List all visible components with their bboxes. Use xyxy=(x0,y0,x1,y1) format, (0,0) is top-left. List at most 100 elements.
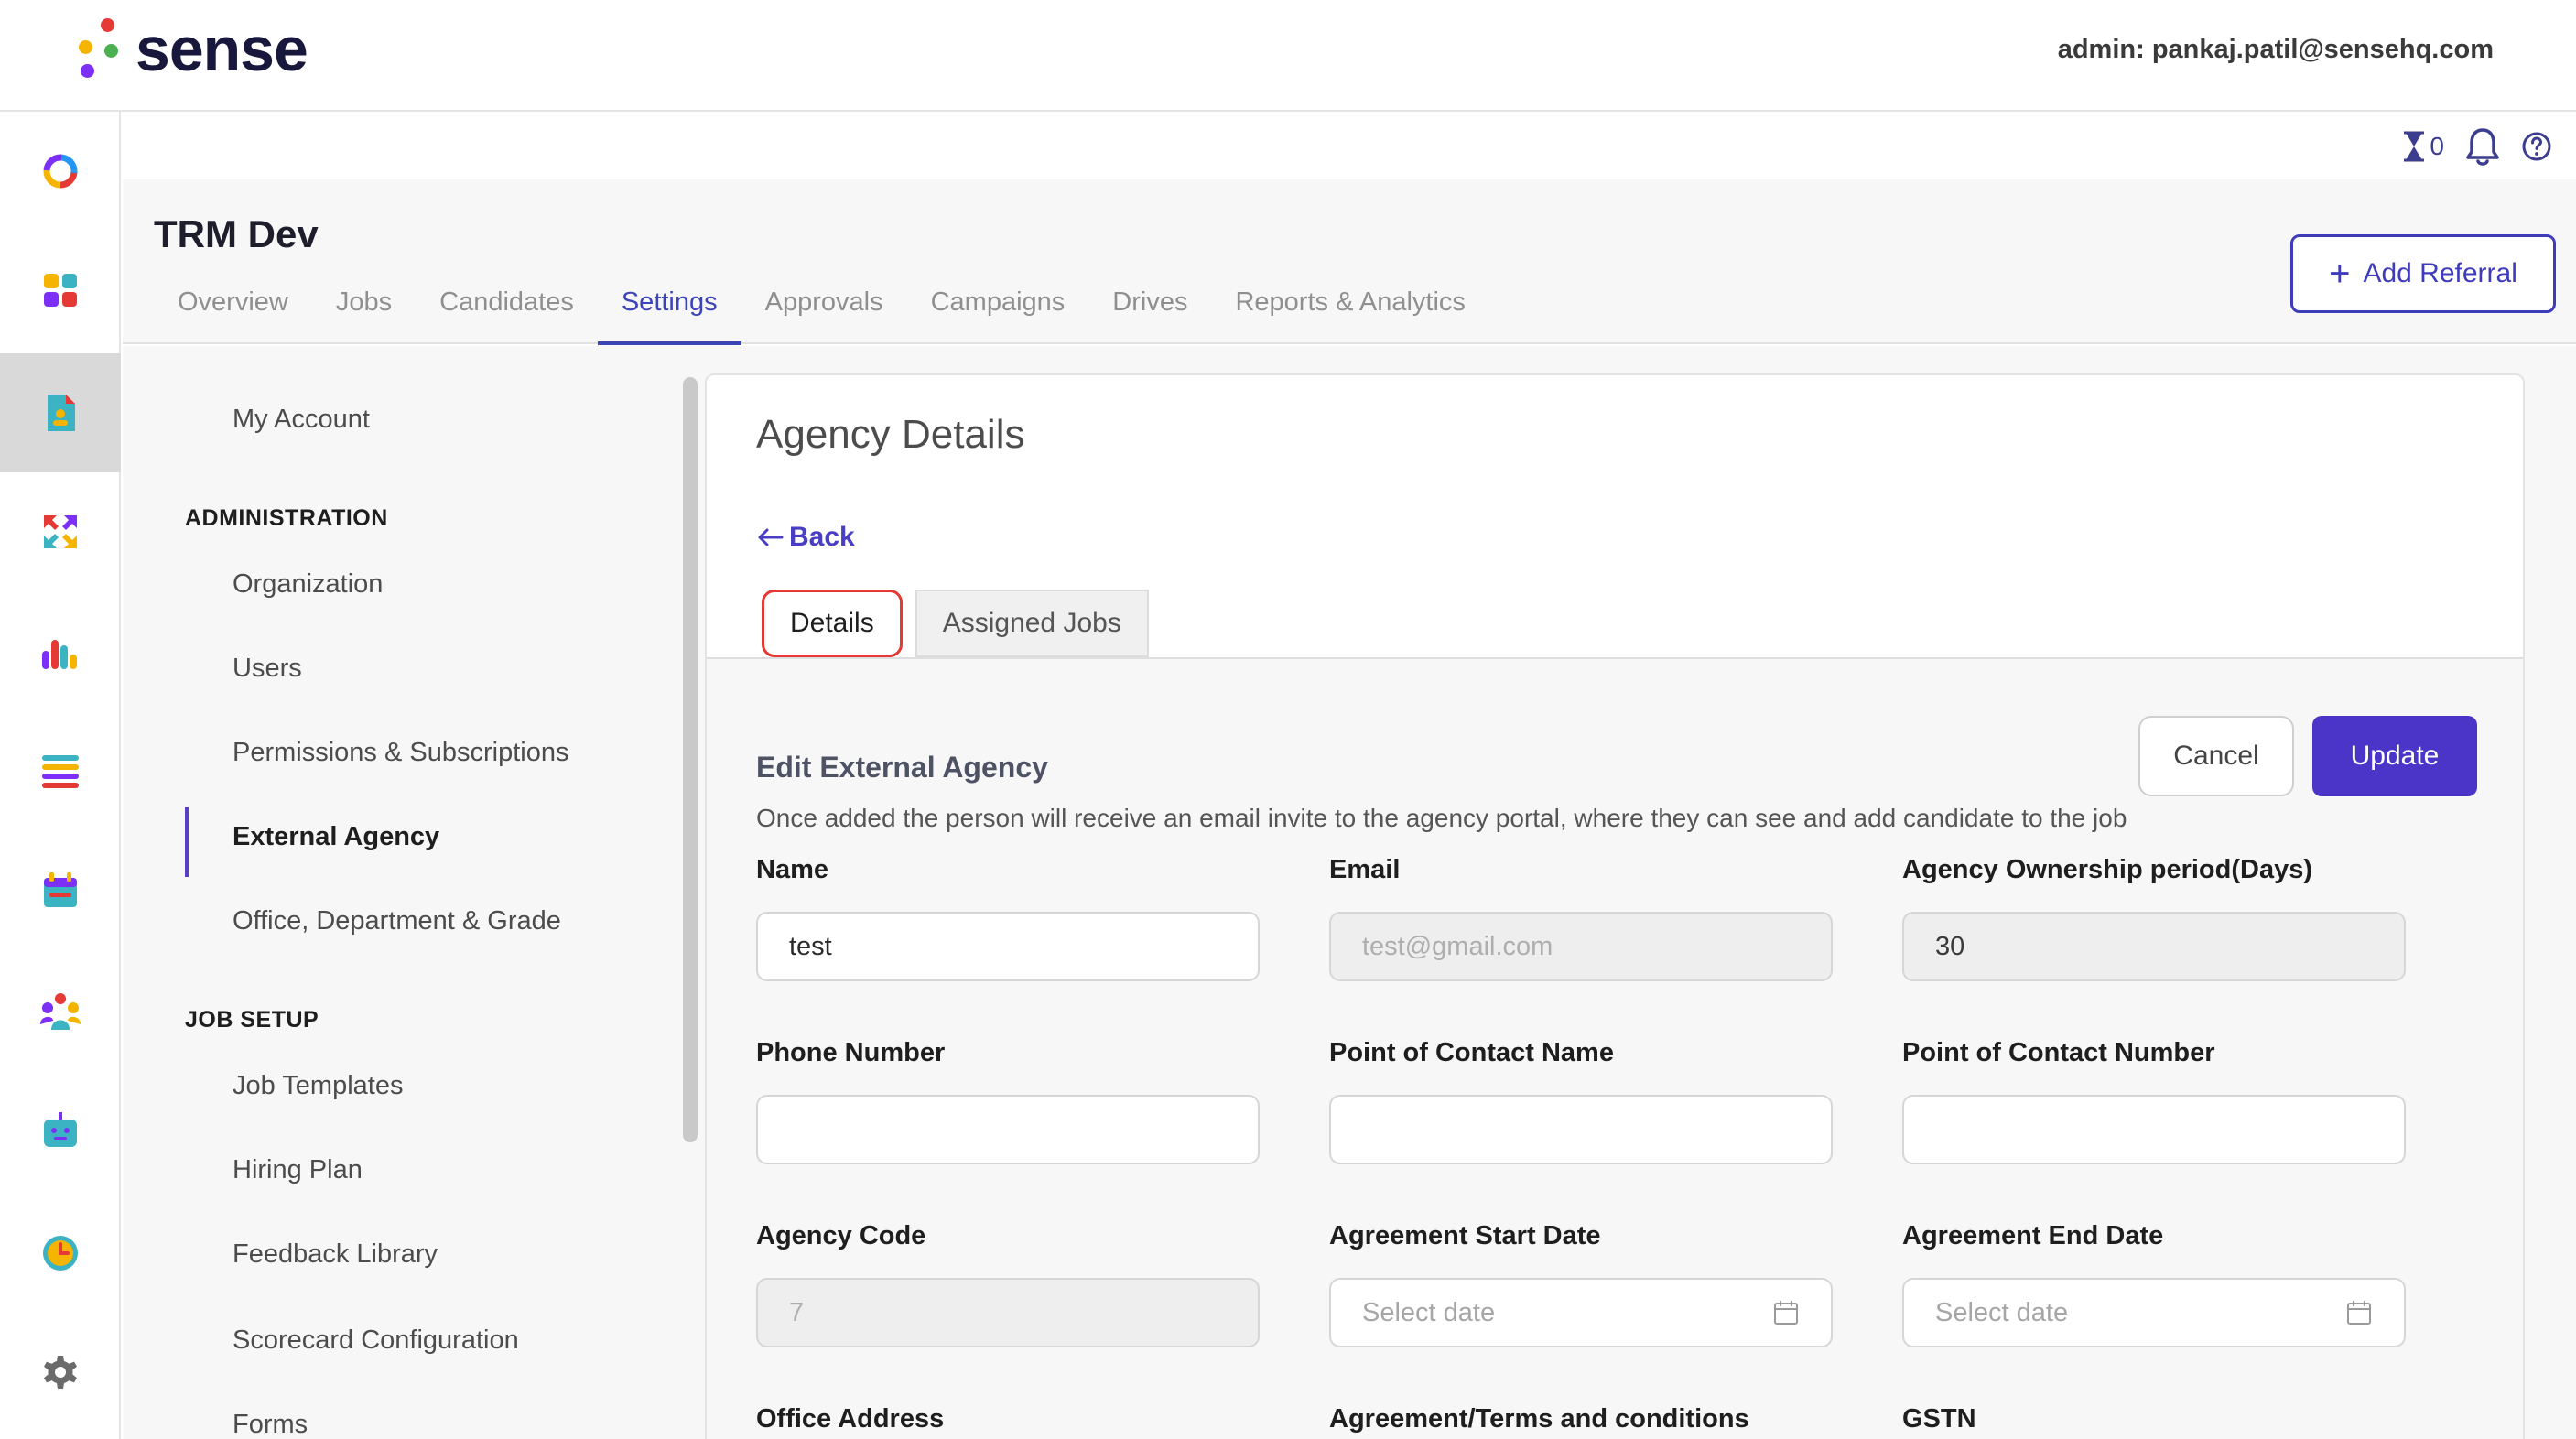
email-field: test@gmail.com xyxy=(1329,912,1833,981)
rail-item-requisition[interactable] xyxy=(0,353,121,472)
back-label: Back xyxy=(789,522,855,552)
tab-overview[interactable]: Overview xyxy=(154,287,312,345)
calendar-icon xyxy=(44,872,77,907)
alarm-icon xyxy=(43,1236,78,1271)
list-icon xyxy=(42,755,79,788)
settings-sidebar: My Account ADMINISTRATION Organization U… xyxy=(123,346,672,1439)
tab-assigned-jobs[interactable]: Assigned Jobs xyxy=(915,590,1149,657)
office-address-label: Office Address xyxy=(756,1404,945,1434)
agency-code-label: Agency Code xyxy=(756,1221,926,1250)
name-label: Name xyxy=(756,855,828,884)
project-header: TRM Dev Overview Jobs Candidates Setting… xyxy=(123,179,2576,345)
icon-rail xyxy=(0,112,121,1439)
poc-name-label: Point of Contact Name xyxy=(1329,1038,1614,1067)
utility-toolbar: 0 xyxy=(123,114,2576,179)
poc-name-field[interactable] xyxy=(1329,1095,1833,1164)
sidebar-scrollbar[interactable] xyxy=(683,377,698,1142)
plus-icon: + xyxy=(2329,254,2351,294)
hourglass-icon xyxy=(2404,131,2425,162)
nav-heading-job-setup: JOB SETUP xyxy=(185,1007,319,1033)
nav-scorecard-configuration[interactable]: Scorecard Configuration xyxy=(233,1325,519,1356)
tab-campaigns[interactable]: Campaigns xyxy=(907,287,1089,345)
rail-item-list[interactable] xyxy=(0,712,121,831)
calendar-icon xyxy=(1774,1301,1798,1325)
end-date-placeholder: Select date xyxy=(1935,1297,2069,1327)
nav-office-department-grade[interactable]: Office, Department & Grade xyxy=(233,906,561,936)
admin-label: admin: pankaj.patil@sensehq.com xyxy=(2057,35,2494,64)
logo-dots-icon xyxy=(77,16,124,82)
form-title: Edit External Agency xyxy=(756,751,1048,784)
nav-active-indicator xyxy=(185,807,189,877)
logo-text: sense xyxy=(135,15,308,84)
rail-item-calendar[interactable] xyxy=(0,831,121,950)
end-date-picker[interactable]: Select date xyxy=(1902,1278,2406,1347)
nav-forms[interactable]: Forms xyxy=(233,1410,308,1439)
arrow-left-icon xyxy=(758,528,784,546)
cancel-button[interactable]: Cancel xyxy=(2138,716,2294,796)
rail-item-team[interactable] xyxy=(0,952,121,1071)
nav-external-agency[interactable]: External Agency xyxy=(233,822,439,852)
rail-item-home[interactable] xyxy=(0,112,121,231)
ownership-period-label: Agency Ownership period(Days) xyxy=(1902,855,2312,884)
rail-item-reminders[interactable] xyxy=(0,1192,121,1311)
timer-count: 0 xyxy=(2430,132,2444,160)
form-description: Once added the person will receive an em… xyxy=(756,804,2127,832)
apps-icon xyxy=(44,274,77,307)
tab-reports-analytics[interactable]: Reports & Analytics xyxy=(1211,287,1488,345)
nav-permissions-subscriptions[interactable]: Permissions & Subscriptions xyxy=(233,738,568,768)
agency-code-field: 7 xyxy=(756,1278,1260,1347)
name-field[interactable]: test xyxy=(756,912,1260,981)
phone-number-label: Phone Number xyxy=(756,1038,946,1067)
rail-item-apps[interactable] xyxy=(0,231,121,350)
sense-logo[interactable]: sense xyxy=(77,15,308,84)
email-label: Email xyxy=(1329,855,1401,884)
nav-feedback-library[interactable]: Feedback Library xyxy=(233,1239,438,1270)
bot-icon xyxy=(44,1112,77,1147)
gear-icon xyxy=(44,1356,77,1389)
project-tabs: Overview Jobs Candidates Settings Approv… xyxy=(154,287,1489,345)
start-date-label: Agreement Start Date xyxy=(1329,1221,1601,1250)
rail-item-bot[interactable] xyxy=(0,1071,121,1190)
end-date-label: Agreement End Date xyxy=(1902,1221,2164,1250)
rail-item-referrals[interactable] xyxy=(0,472,121,591)
back-link[interactable]: Back xyxy=(756,522,855,553)
team-icon xyxy=(40,993,81,1030)
nav-hiring-plan[interactable]: Hiring Plan xyxy=(233,1155,363,1185)
poc-number-label: Point of Contact Number xyxy=(1902,1038,2215,1067)
bell-icon[interactable] xyxy=(2464,126,2501,167)
add-referral-label: Add Referral xyxy=(2363,258,2517,288)
tab-settings[interactable]: Settings xyxy=(597,287,741,345)
start-date-placeholder: Select date xyxy=(1362,1297,1496,1327)
card-title: Agency Details xyxy=(756,412,1025,457)
phone-number-field[interactable] xyxy=(756,1095,1260,1164)
terms-label: Agreement/Terms and conditions xyxy=(1329,1404,1749,1434)
add-referral-button[interactable]: + Add Referral xyxy=(2290,234,2556,313)
update-button[interactable]: Update xyxy=(2312,716,2477,796)
referral-arrows-icon xyxy=(44,515,77,548)
nav-heading-administration: ADMINISTRATION xyxy=(185,505,388,531)
rail-item-analytics[interactable] xyxy=(0,593,121,712)
nav-organization[interactable]: Organization xyxy=(233,569,383,600)
start-date-picker[interactable]: Select date xyxy=(1329,1278,1833,1347)
tab-candidates[interactable]: Candidates xyxy=(416,287,598,345)
nav-users[interactable]: Users xyxy=(233,654,302,684)
donut-icon xyxy=(43,154,78,189)
tab-jobs[interactable]: Jobs xyxy=(312,287,416,345)
agency-details-card: Agency Details Back Details Assigned Job… xyxy=(705,373,2525,1439)
poc-number-field[interactable] xyxy=(1902,1095,2406,1164)
gstn-label: GSTN xyxy=(1902,1404,1976,1434)
tab-details[interactable]: Details xyxy=(762,590,903,657)
nav-my-account[interactable]: My Account xyxy=(233,405,370,435)
analytics-icon xyxy=(42,640,77,669)
timer-indicator[interactable]: 0 xyxy=(2402,131,2444,162)
nav-job-templates[interactable]: Job Templates xyxy=(233,1071,403,1101)
rail-item-settings[interactable] xyxy=(0,1313,121,1432)
tab-drives[interactable]: Drives xyxy=(1088,287,1211,345)
edit-agency-form: Edit External Agency Once added the pers… xyxy=(707,659,2523,1439)
tab-approvals[interactable]: Approvals xyxy=(741,287,907,345)
requisition-icon xyxy=(48,395,75,431)
calendar-icon xyxy=(2347,1301,2371,1325)
agency-tabs: Details Assigned Jobs xyxy=(762,590,1149,657)
ownership-period-field: 30 xyxy=(1902,912,2406,981)
help-icon[interactable] xyxy=(2521,131,2552,162)
